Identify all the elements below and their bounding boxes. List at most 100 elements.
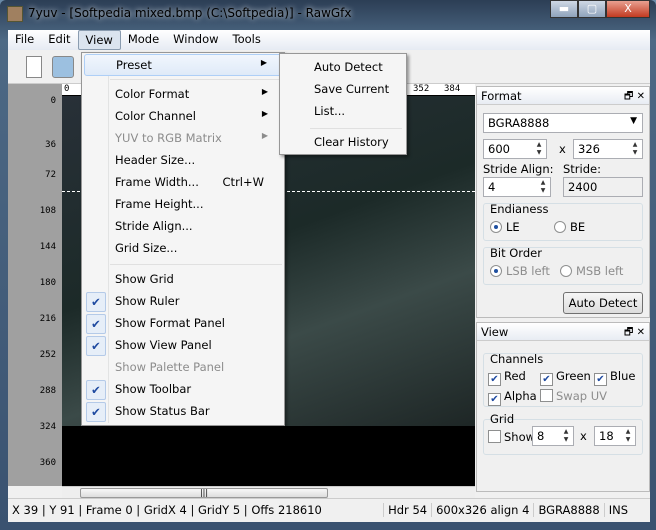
- status-size: 600x326 align 4: [431, 502, 533, 517]
- panel-float-close-icon[interactable]: 🗗 ✕: [624, 325, 645, 342]
- menu-mode[interactable]: Mode: [121, 30, 166, 50]
- close-button[interactable]: X: [606, 0, 650, 18]
- window-title: 7yuv - [Softpedia mixed.bmp (C:\Softpedi…: [28, 6, 352, 20]
- show-grid-checkbox[interactable]: Show: [488, 430, 535, 444]
- submenu-clear-history[interactable]: Clear History: [314, 135, 389, 149]
- grid-y-input[interactable]: 18 ▲ ▼: [594, 426, 636, 446]
- stride-align-input[interactable]: 4 ▲ ▼: [483, 177, 551, 197]
- preset-submenu: Auto Detect Save Current List... Clear H…: [279, 53, 407, 155]
- spinner-icon[interactable]: ▲ ▼: [533, 141, 545, 157]
- submenu-list[interactable]: List...: [314, 104, 345, 118]
- menu-item-show-view-panel[interactable]: ✔ Show View Panel: [84, 335, 282, 357]
- alpha-checkbox[interactable]: ✔ Alpha: [488, 389, 537, 406]
- view-panel-title: View: [481, 325, 509, 339]
- spinner-icon[interactable]: ▲ ▼: [629, 141, 641, 157]
- msb-left-radio[interactable]: MSB left: [560, 264, 623, 278]
- le-radio[interactable]: LE: [490, 220, 520, 234]
- bit-order-label: Bit Order: [490, 246, 542, 260]
- menu-view[interactable]: View: [77, 30, 121, 50]
- menu-item-grid-size[interactable]: Grid Size...: [84, 238, 282, 260]
- menu-file[interactable]: File: [8, 30, 41, 50]
- menu-item-color-format[interactable]: Color Format ▶: [84, 84, 282, 106]
- ruler-left: 0 36 72 108 144 180 216 252 288 324 360: [8, 84, 62, 486]
- app-window: 7yuv - [Softpedia mixed.bmp (C:\Softpedi…: [0, 0, 656, 530]
- grid-x-input[interactable]: 8 ▲ ▼: [532, 426, 574, 446]
- menu-window[interactable]: Window: [166, 30, 225, 50]
- ruler-label: 216: [39, 314, 56, 324]
- channels-group: Channels ✔ Red ✔ Green ✔ Blue ✔ Alpha Swap U…: [483, 352, 643, 407]
- menu-tools[interactable]: Tools: [226, 30, 268, 50]
- menu-item-show-ruler[interactable]: ✔ Show Ruler: [84, 291, 282, 313]
- stride-label: Stride:: [563, 162, 601, 176]
- lsb-left-radio[interactable]: LSB left: [490, 264, 550, 278]
- menu-item-stride-align[interactable]: Stride Align...: [84, 216, 282, 238]
- submenu-arrow-icon: ▶: [261, 131, 268, 140]
- spinner-icon[interactable]: ▲ ▼: [537, 179, 549, 195]
- ruler-label: 360: [39, 458, 56, 468]
- image-bottom-region: [62, 426, 475, 486]
- menu-item-frame-width[interactable]: Frame Width... Ctrl+W: [84, 172, 282, 194]
- menu-edit[interactable]: Edit: [41, 30, 77, 50]
- ruler-label: 288: [39, 386, 56, 396]
- height-input[interactable]: 326 ▲ ▼: [573, 139, 643, 159]
- green-checkbox[interactable]: ✔ Green: [540, 369, 591, 386]
- menu-item-header-size[interactable]: Header Size...: [84, 150, 282, 172]
- x-label: x: [559, 142, 566, 156]
- ruler-label: 108: [39, 206, 56, 216]
- panel-float-close-icon[interactable]: 🗗 ✕: [624, 89, 645, 106]
- new-file-icon[interactable]: [26, 56, 42, 78]
- ruler-label: 36: [45, 140, 56, 150]
- menu-item-preset[interactable]: Preset ▶: [84, 54, 282, 76]
- app-icon: [7, 6, 23, 22]
- ruler-label: 0: [64, 84, 70, 94]
- menu-item-frame-height[interactable]: Frame Height...: [84, 194, 282, 216]
- width-input[interactable]: 600 ▲ ▼: [483, 139, 547, 159]
- red-checkbox[interactable]: ✔ Red: [488, 369, 526, 386]
- ruler-label: 0: [50, 96, 56, 106]
- x-label: x: [580, 429, 587, 443]
- menu-item-yuv-matrix[interactable]: YUV to RGB Matrix ▶: [84, 128, 282, 150]
- status-position: X 39 | Y 91 | Frame 0 | GridX 4 | GridY …: [12, 502, 322, 517]
- menu-item-color-channel[interactable]: Color Channel ▶: [84, 106, 282, 128]
- format-value: BGRA8888: [488, 116, 550, 130]
- submenu-arrow-icon: ▶: [260, 58, 267, 67]
- ruler-label: 252: [39, 350, 56, 360]
- checkmark-icon: ✔: [86, 402, 106, 422]
- menu-item-show-grid[interactable]: Show Grid: [84, 269, 282, 291]
- ruler-label: 352: [413, 84, 430, 94]
- menu-item-show-format-panel[interactable]: ✔ Show Format Panel: [84, 313, 282, 335]
- checkmark-icon: ✔: [86, 314, 106, 334]
- format-panel: Format 🗗 ✕ BGRA8888 ▼ 600 ▲ ▼ x 326 ▲ ▼ Stride…: [476, 86, 650, 318]
- menu-item-show-status-bar[interactable]: ✔ Show Status Bar: [84, 401, 282, 423]
- scrollbar-thumb[interactable]: |||: [80, 488, 328, 498]
- spinner-icon[interactable]: ▲ ▼: [622, 428, 634, 444]
- submenu-auto-detect[interactable]: Auto Detect: [314, 60, 383, 74]
- checkmark-icon: ✔: [86, 336, 106, 356]
- grid-group: Grid Show 8 ▲ ▼ x 18 ▲ ▼: [483, 412, 643, 455]
- swap-uv-checkbox[interactable]: Swap UV: [540, 389, 607, 403]
- checkmark-icon: ✔: [86, 292, 106, 312]
- blue-checkbox[interactable]: ✔ Blue: [594, 369, 635, 386]
- status-header: Hdr 54: [383, 502, 431, 517]
- auto-detect-button[interactable]: Auto Detect: [563, 292, 643, 314]
- view-menu-dropdown: Preset ▶ Color Format ▶ Color Channel ▶ YUV…: [81, 52, 285, 426]
- color-format-select[interactable]: BGRA8888 ▼: [483, 113, 643, 133]
- spinner-icon[interactable]: ▲ ▼: [560, 428, 572, 444]
- menu-item-show-palette-panel[interactable]: Show Palette Panel: [84, 357, 282, 379]
- endianess-label: Endianess: [490, 202, 549, 216]
- endianess-group: Endianess LE BE: [483, 202, 643, 241]
- horizontal-scrollbar[interactable]: |||: [62, 486, 475, 498]
- submenu-arrow-icon: ▶: [261, 87, 268, 96]
- be-radio[interactable]: BE: [554, 220, 585, 234]
- maximize-button[interactable]: ▢: [578, 0, 606, 18]
- menu-item-show-toolbar[interactable]: ✔ Show Toolbar: [84, 379, 282, 401]
- ruler-label: 144: [39, 242, 56, 252]
- submenu-save-current[interactable]: Save Current: [314, 82, 389, 96]
- ruler-label: 324: [39, 422, 56, 432]
- menu-bar: File Edit View Mode Window Tools: [8, 30, 650, 50]
- minimize-button[interactable]: ▬: [550, 0, 578, 18]
- ruler-label: 72: [45, 170, 56, 180]
- open-folder-icon[interactable]: [52, 56, 74, 78]
- shortcut-label: Ctrl+W: [222, 175, 264, 189]
- format-panel-title: Format: [481, 89, 522, 103]
